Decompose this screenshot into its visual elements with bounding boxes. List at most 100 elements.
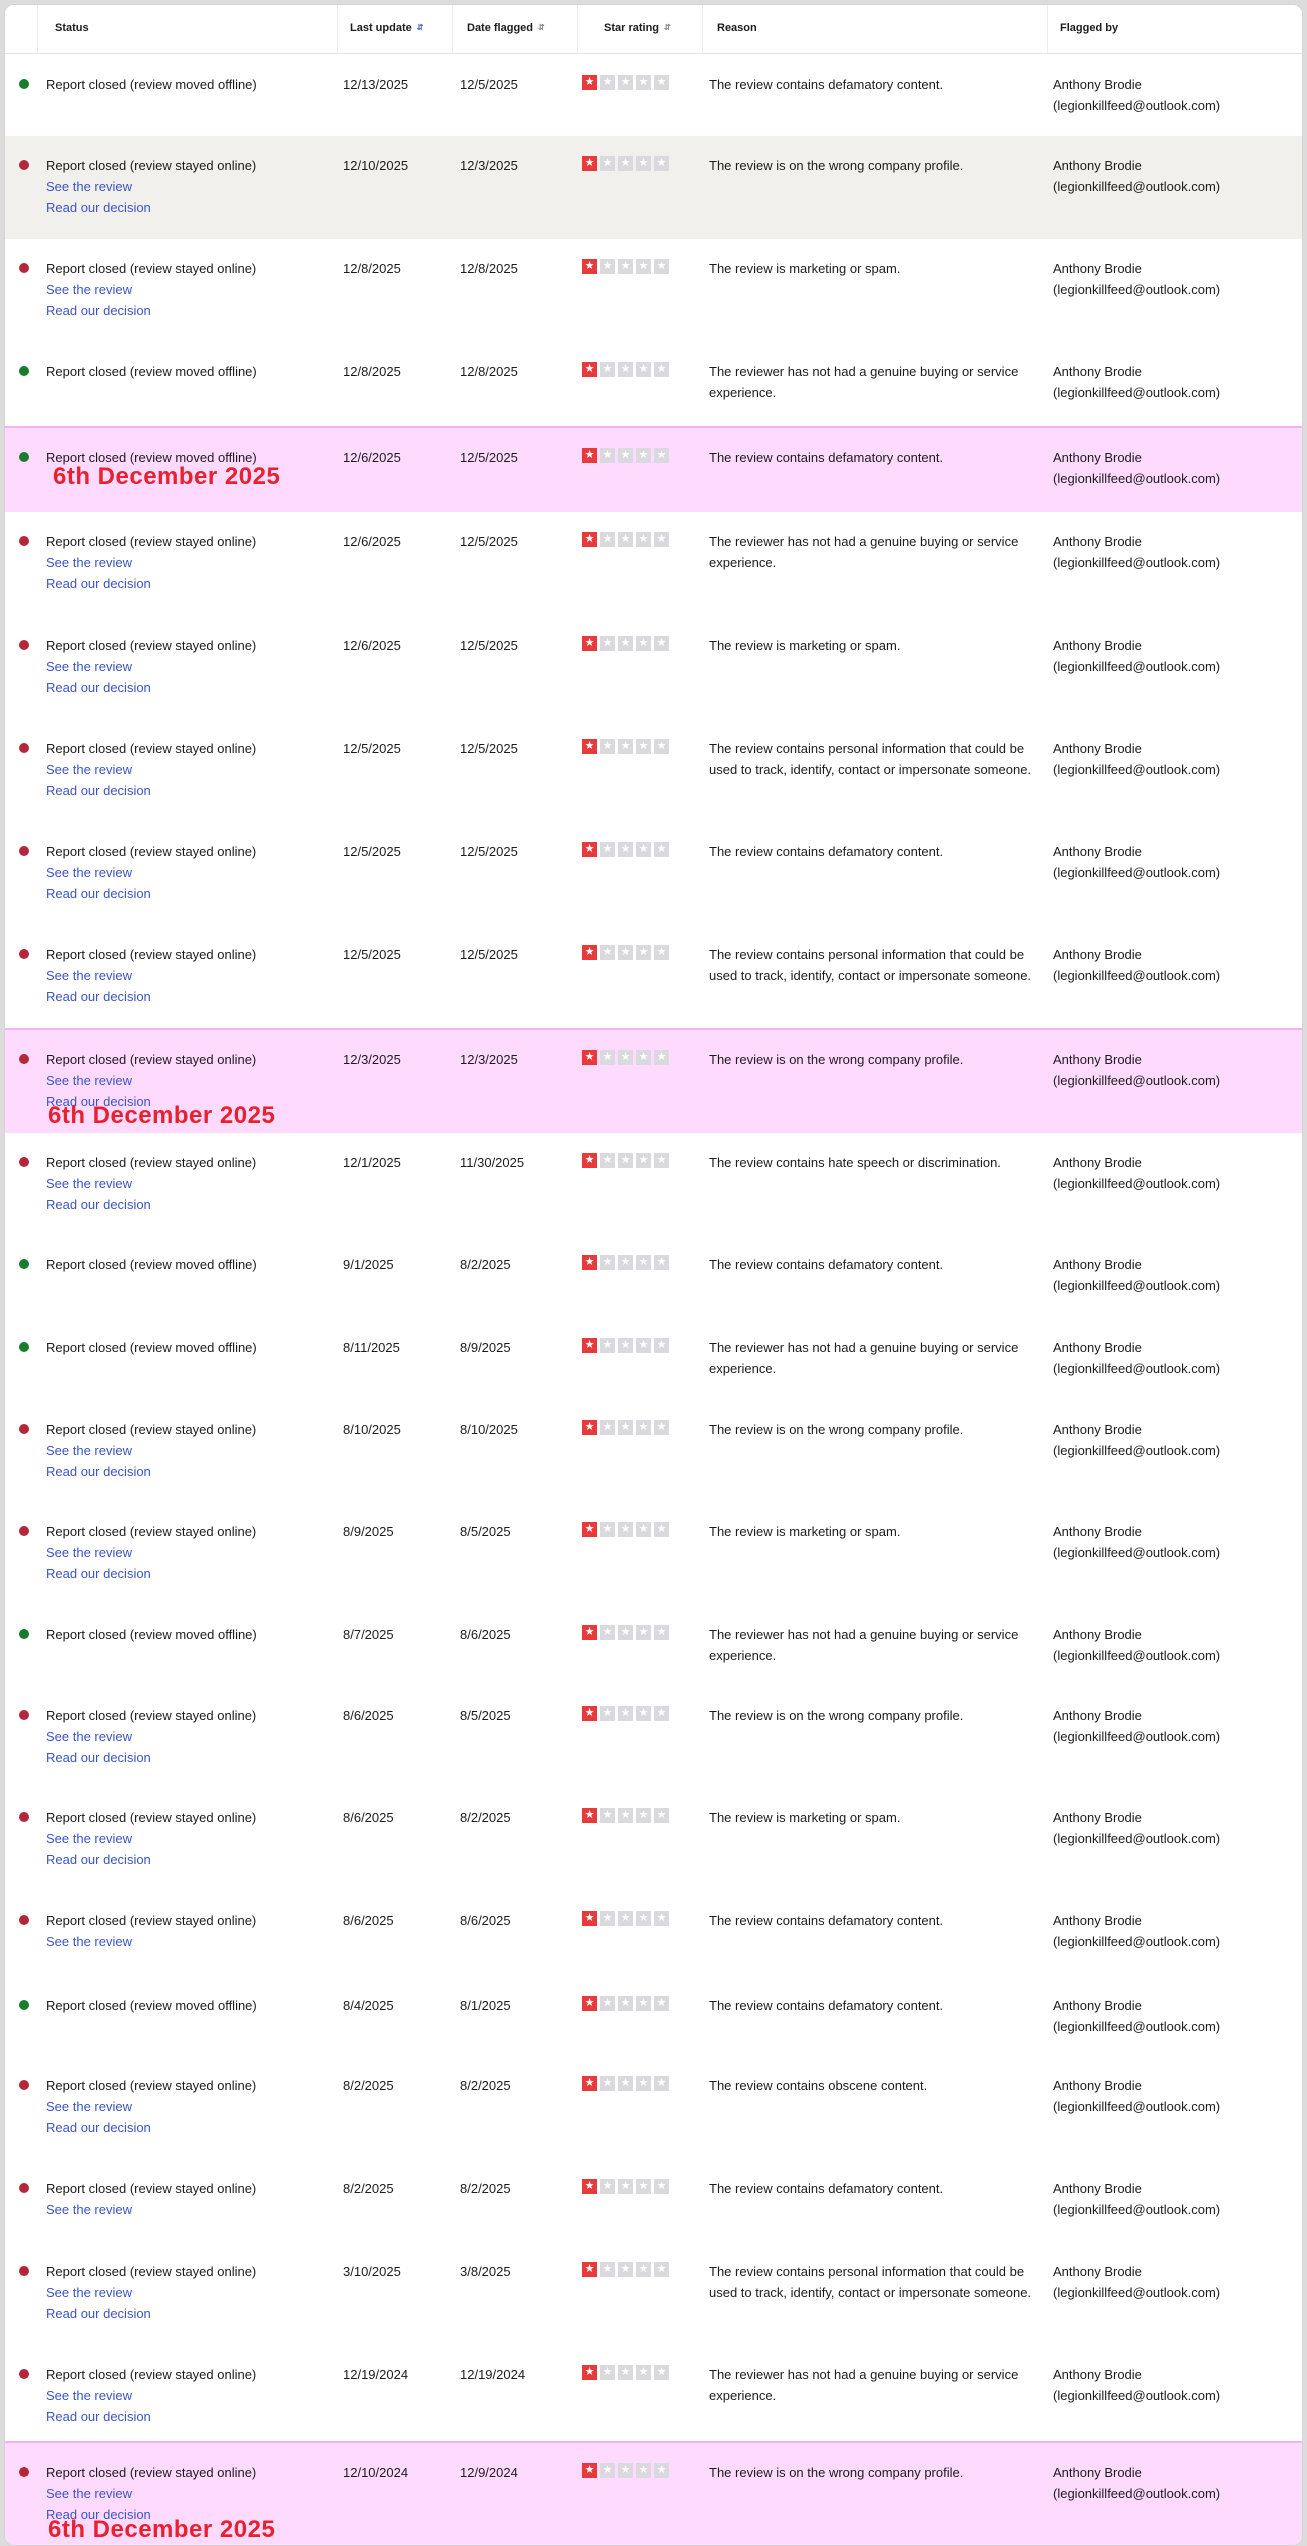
- table-row[interactable]: Report closed (review stayed online) See …: [5, 1133, 1302, 1236]
- read-decision-link[interactable]: Read our decision: [46, 1194, 256, 1215]
- flagged-by-name: Anthony Brodie: [1053, 158, 1142, 173]
- read-decision-link[interactable]: Read our decision: [46, 1563, 256, 1584]
- header-date-flagged[interactable]: Date flagged ⇵: [467, 22, 545, 34]
- flagged-by-cell: Anthony Brodie (legionkillfeed@outlook.co…: [1053, 1995, 1293, 2037]
- flagged-by-name: Anthony Brodie: [1053, 1627, 1142, 1642]
- reason-cell: The reviewer has not had a genuine buyin…: [709, 1340, 1019, 1376]
- status-cell: Report closed (review stayed online) See …: [46, 155, 256, 218]
- table-row[interactable]: Report closed (review stayed online) See …: [5, 1891, 1302, 1977]
- table-row[interactable]: Report closed (review stayed online) See …: [5, 925, 1302, 1029]
- read-decision-link[interactable]: Read our decision: [46, 2303, 256, 2324]
- header-last-update[interactable]: Last update ⇵: [350, 22, 423, 34]
- sort-arrows-icon[interactable]: ⇵: [417, 23, 424, 32]
- star-icon: ★: [600, 75, 615, 90]
- table-row[interactable]: Report closed (review stayed online) See …: [5, 2056, 1302, 2160]
- star-icon: ★: [636, 1338, 651, 1353]
- table-row[interactable]: Report closed (review stayed online) See …: [5, 2345, 1302, 2442]
- read-decision-link[interactable]: Read our decision: [46, 300, 256, 321]
- table-row[interactable]: Report closed (review stayed online) See …: [5, 822, 1302, 926]
- see-review-link[interactable]: See the review: [46, 1542, 256, 1563]
- table-row[interactable]: Report closed (review stayed online) See …: [5, 512, 1302, 617]
- see-review-link[interactable]: See the review: [46, 2096, 256, 2117]
- read-decision-link[interactable]: Read our decision: [46, 677, 256, 698]
- read-decision-link[interactable]: Read our decision: [46, 1849, 256, 1870]
- see-review-link[interactable]: See the review: [46, 759, 256, 780]
- read-decision-link[interactable]: Read our decision: [46, 573, 256, 594]
- see-review-link[interactable]: See the review: [46, 552, 256, 573]
- read-decision-link[interactable]: Read our decision: [46, 1747, 256, 1768]
- flagged-by-name: Anthony Brodie: [1053, 844, 1142, 859]
- read-decision-link[interactable]: Read our decision: [46, 780, 256, 801]
- table-row[interactable]: Report closed (review stayed online) See …: [5, 616, 1302, 720]
- table-row[interactable]: Report closed (review moved offline) 12/8…: [5, 342, 1302, 427]
- status-label: Report closed (review stayed online): [46, 844, 257, 859]
- table-row[interactable]: Report closed (review stayed online) See …: [5, 136, 1302, 240]
- reason-cell: The review contains defamatory content.: [709, 77, 944, 92]
- status-label: Report closed (review stayed online): [46, 1422, 257, 1437]
- sort-arrows-icon[interactable]: ⇵: [664, 23, 671, 32]
- star-rating: ★ ★ ★ ★ ★: [582, 945, 669, 960]
- see-review-link[interactable]: See the review: [46, 1173, 256, 1194]
- read-decision-link[interactable]: Read our decision: [46, 1461, 256, 1482]
- star-rating: ★ ★ ★ ★ ★: [582, 1255, 669, 1270]
- flagged-by-email: (legionkillfeed@outlook.com): [1053, 1361, 1221, 1376]
- table-row[interactable]: Report closed (review moved offline) 8/4/…: [5, 1976, 1302, 2057]
- star-icon: ★: [582, 2262, 597, 2277]
- table-row[interactable]: Report closed (review stayed online) See …: [5, 2159, 1302, 2243]
- table-row[interactable]: Report closed (review moved offline) 8/11…: [5, 1318, 1302, 1401]
- header-star-rating[interactable]: Star rating ⇵: [604, 22, 671, 34]
- table-row[interactable]: Report closed (review stayed online) See …: [5, 1686, 1302, 1789]
- see-review-link[interactable]: See the review: [46, 1440, 256, 1461]
- see-review-link[interactable]: See the review: [46, 1931, 256, 1952]
- star-icon: ★: [618, 2463, 633, 2478]
- date-flagged-cell: 8/6/2025: [460, 1913, 511, 1928]
- see-review-link[interactable]: See the review: [46, 2199, 256, 2220]
- see-review-link[interactable]: See the review: [46, 1828, 256, 1849]
- table-row[interactable]: Report closed (review stayed online) See …: [5, 719, 1302, 823]
- read-decision-link[interactable]: Read our decision: [46, 197, 256, 218]
- table-row[interactable]: Report closed (review stayed online) See …: [5, 1502, 1302, 1606]
- see-review-link[interactable]: See the review: [46, 2282, 256, 2303]
- read-decision-link[interactable]: Read our decision: [46, 883, 256, 904]
- star-icon: ★: [582, 1050, 597, 1065]
- see-review-link[interactable]: See the review: [46, 2483, 256, 2504]
- sort-arrows-icon[interactable]: ⇵: [538, 23, 545, 32]
- flagged-by-cell: Anthony Brodie (legionkillfeed@outlook.co…: [1053, 1521, 1293, 1563]
- see-review-link[interactable]: See the review: [46, 2385, 256, 2406]
- table-row[interactable]: Report closed (review stayed online) See …: [5, 1028, 1302, 1137]
- table-row[interactable]: Report closed (review stayed online) See …: [5, 1788, 1302, 1892]
- star-icon: ★: [600, 1808, 615, 1823]
- see-review-link[interactable]: See the review: [46, 656, 256, 677]
- status-dot-green: [19, 366, 29, 376]
- flagged-by-cell: Anthony Brodie (legionkillfeed@outlook.co…: [1053, 1419, 1293, 1461]
- star-rating: ★ ★ ★ ★ ★: [582, 1420, 669, 1435]
- flagged-by-cell: Anthony Brodie (legionkillfeed@outlook.co…: [1053, 738, 1293, 780]
- star-icon: ★: [636, 1255, 651, 1270]
- table-row[interactable]: Report closed (review moved offline) 12/1…: [5, 55, 1302, 137]
- see-review-link[interactable]: See the review: [46, 176, 256, 197]
- see-review-link[interactable]: See the review: [46, 1070, 256, 1091]
- table-row[interactable]: Report closed (review moved offline) 8/7/…: [5, 1605, 1302, 1687]
- see-review-link[interactable]: See the review: [46, 279, 256, 300]
- see-review-link[interactable]: See the review: [46, 965, 256, 986]
- table-row[interactable]: Report closed (review moved offline) 12/6…: [5, 426, 1302, 516]
- table-row[interactable]: Report closed (review stayed online) See …: [5, 2441, 1302, 2545]
- read-decision-link[interactable]: Read our decision: [46, 986, 256, 1007]
- star-icon: ★: [582, 1996, 597, 2011]
- table-row[interactable]: Report closed (review moved offline) 9/1/…: [5, 1235, 1302, 1319]
- table-row[interactable]: Report closed (review stayed online) See …: [5, 1400, 1302, 1503]
- see-review-link[interactable]: See the review: [46, 1726, 256, 1747]
- star-icon: ★: [600, 1050, 615, 1065]
- table-row[interactable]: Report closed (review stayed online) See …: [5, 239, 1302, 343]
- status-label: Report closed (review moved offline): [46, 1340, 257, 1355]
- read-decision-link[interactable]: Read our decision: [46, 2406, 256, 2427]
- star-icon: ★: [654, 2365, 669, 2380]
- see-review-link[interactable]: See the review: [46, 862, 256, 883]
- read-decision-link[interactable]: Read our decision: [46, 2117, 256, 2138]
- star-icon: ★: [600, 1338, 615, 1353]
- flagged-by-name: Anthony Brodie: [1053, 1257, 1142, 1272]
- table-row[interactable]: Report closed (review stayed online) See …: [5, 2242, 1302, 2346]
- date-flagged-cell: 12/3/2025: [460, 158, 518, 173]
- status-cell: Report closed (review stayed online) See …: [46, 1152, 256, 1215]
- star-icon: ★: [618, 842, 633, 857]
